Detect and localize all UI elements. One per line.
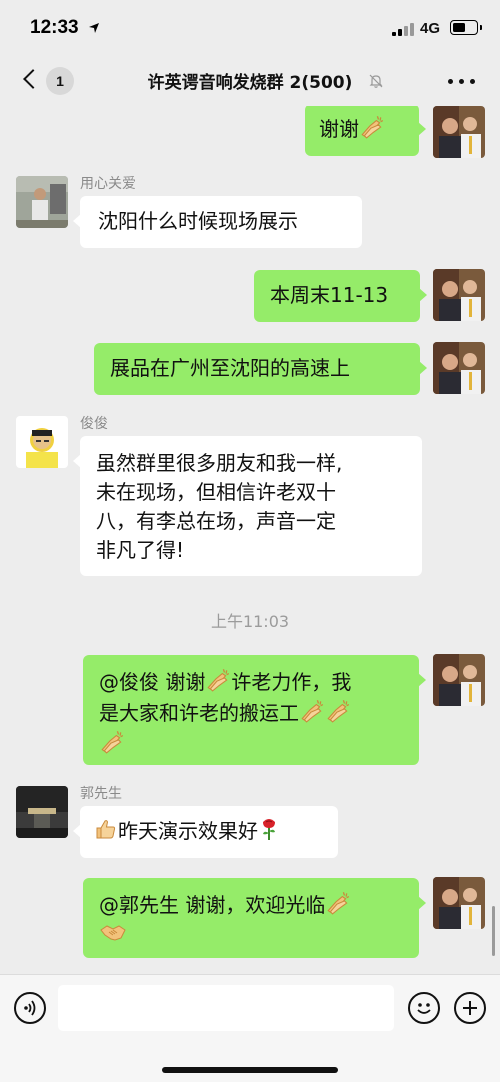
- message-bubble-self[interactable]: 本周末11-13: [254, 270, 427, 322]
- network-type: 4G: [420, 20, 441, 37]
- message-text: 昨天演示效果好: [118, 819, 258, 843]
- message-line-3: [99, 728, 403, 759]
- clap-emoji: [99, 728, 125, 754]
- voice-icon: [24, 1000, 36, 1016]
- message-line: 非凡了得!: [96, 538, 185, 562]
- nav-bar: 1 许英谔音响发烧群 2(500): [0, 56, 500, 106]
- message-bubble-self[interactable]: @郭先生 谢谢，欢迎光临: [83, 878, 426, 958]
- more-button[interactable]: [446, 70, 478, 92]
- message-text: @郭先生 谢谢，欢迎光临: [99, 893, 326, 917]
- message-text: 展品在广州至沈阳的高速上: [110, 356, 350, 380]
- my-avatar[interactable]: [433, 106, 485, 158]
- message-line-1: @俊俊 谢谢 许老力作，我: [99, 666, 403, 697]
- emoji-button[interactable]: [408, 992, 440, 1024]
- message-bubble-self[interactable]: 谢谢: [305, 106, 426, 156]
- clap-emoji: [299, 697, 325, 723]
- voice-button[interactable]: [14, 992, 46, 1024]
- clap-emoji: [325, 889, 351, 915]
- message-line-2: [99, 920, 403, 952]
- home-indicator: [162, 1067, 338, 1073]
- my-avatar[interactable]: [433, 877, 485, 929]
- message-line: 虽然群里很多朋友和我一样,: [96, 451, 343, 475]
- clap-emoji: [325, 697, 351, 723]
- my-avatar[interactable]: [433, 654, 485, 706]
- chat-messages[interactable]: 谢谢 用心关爱 沈阳什么时候现场展示 本周末11-13 展品在广州至沈阳的高速上…: [0, 106, 500, 974]
- message-text: 谢谢: [319, 117, 359, 141]
- message-line: 未在现场，但相信许老双十: [96, 480, 336, 504]
- plus-button[interactable]: [454, 992, 486, 1024]
- back-button[interactable]: 1: [18, 66, 74, 96]
- clap-emoji: [205, 666, 231, 692]
- message-bubble-self[interactable]: @俊俊 谢谢 许老力作，我 是大家和许老的搬运工: [83, 655, 426, 765]
- clap-emoji: [359, 113, 385, 139]
- input-bar: [0, 974, 500, 1082]
- bell-slash-icon: [369, 74, 383, 88]
- chevron-left-icon: [23, 69, 43, 89]
- chat-title[interactable]: 许英谔音响发烧群 2(500): [100, 68, 400, 94]
- avatar-user[interactable]: [16, 786, 68, 838]
- message-line-1: @郭先生 谢谢，欢迎光临: [99, 889, 403, 920]
- thumbs-up-emoji: [94, 817, 118, 851]
- avatar-user[interactable]: [16, 176, 68, 228]
- smiley-icon: [417, 1003, 431, 1014]
- message-bubble-other[interactable]: 虽然群里很多朋友和我一样, 未在现场，但相信许老双十 八，有李总在场，声音一定 …: [73, 436, 422, 576]
- message-text: 沈阳什么时候现场展示: [98, 209, 298, 233]
- rose-emoji: [258, 817, 280, 851]
- time-divider: 上午11:03: [210, 612, 290, 631]
- message-text: 是大家和许老的搬运工: [99, 701, 299, 725]
- message-bubble-other[interactable]: 沈阳什么时候现场展示: [73, 196, 362, 248]
- message-text: 许老力作，我: [231, 670, 352, 694]
- battery-tip: [480, 25, 482, 30]
- status-bar: 12:33 4G: [0, 0, 500, 56]
- my-avatar[interactable]: [433, 342, 485, 394]
- message-bubble-self[interactable]: 展品在广州至沈阳的高速上: [94, 343, 427, 395]
- handshake-emoji: [99, 920, 127, 952]
- message-text: 本周末11-13: [270, 283, 389, 307]
- chat-screen: 12:33 4G 1 许英谔音响发烧群 2(500) 谢谢 用心关爱 沈阳什么时…: [0, 0, 500, 1082]
- location-arrow-icon: [89, 23, 99, 33]
- sender-name: 俊俊: [80, 416, 108, 432]
- sender-name: 用心关爱: [80, 176, 136, 192]
- sender-name: 郭先生: [80, 786, 122, 802]
- scrollbar[interactable]: [492, 906, 495, 956]
- plus-icon: [463, 1001, 477, 1015]
- message-input[interactable]: [58, 985, 394, 1031]
- signal-strength-icon: [392, 22, 416, 36]
- battery-icon: [450, 20, 478, 35]
- status-time: 12:33: [30, 17, 79, 38]
- avatar-user[interactable]: [16, 416, 68, 468]
- message-line-2: 是大家和许老的搬运工: [99, 697, 403, 728]
- my-avatar[interactable]: [433, 269, 485, 321]
- unread-badge: 1: [46, 67, 74, 95]
- message-text: @俊俊 谢谢: [99, 670, 206, 694]
- message-bubble-other[interactable]: 昨天演示效果好: [73, 806, 338, 858]
- message-line: 八，有李总在场，声音一定: [96, 509, 336, 533]
